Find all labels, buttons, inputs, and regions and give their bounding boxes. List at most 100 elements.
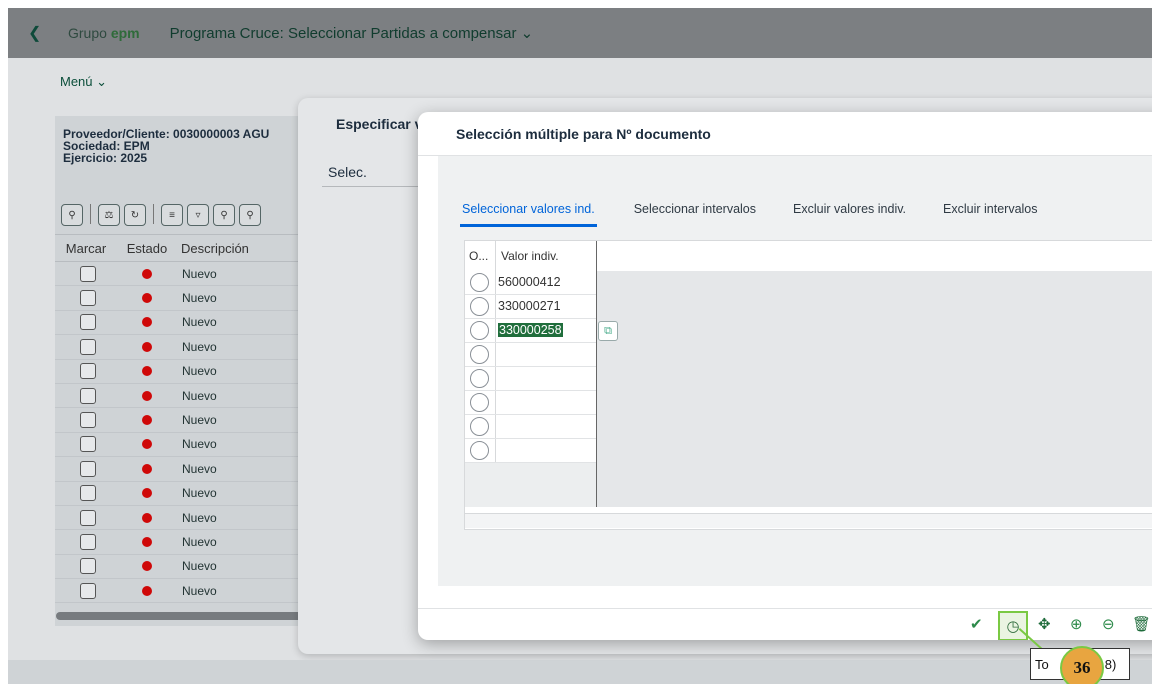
tab-select-individual-values[interactable]: Seleccionar valores ind. [460, 202, 597, 227]
status-indicator [142, 585, 152, 596]
status-indicator [142, 268, 152, 279]
row-selector[interactable] [470, 321, 489, 340]
grid-row[interactable] [465, 415, 596, 439]
row-description: Nuevo [182, 583, 217, 598]
row-description: Nuevo [182, 486, 217, 501]
horizontal-scrollbar[interactable] [56, 612, 311, 620]
row-checkbox[interactable] [80, 338, 96, 355]
info-line: Ejercicio: 2025 [63, 151, 148, 165]
delete-icon[interactable]: 🗑 [1132, 615, 1151, 633]
tab-exclude-individual-values[interactable]: Excluir valores indiv. [793, 202, 906, 227]
row-checkbox[interactable] [80, 509, 96, 526]
checkmark-icon[interactable]: ✔ [970, 615, 983, 633]
grid-row[interactable] [465, 391, 596, 415]
row-description: Nuevo [182, 559, 217, 574]
tab-exclude-intervals[interactable]: Excluir intervalos [943, 202, 1037, 227]
status-indicator [142, 536, 152, 547]
chevron-down-icon: ⌄ [96, 74, 108, 89]
tab-select-intervals[interactable]: Seleccionar intervalos [634, 202, 756, 227]
separator [90, 204, 91, 224]
status-indicator [142, 561, 152, 572]
row-checkbox[interactable] [80, 436, 96, 453]
add-icon[interactable]: ⊕ [1070, 615, 1083, 633]
multiple-selection-dialog: Selección múltiple para Nº documento Sel… [418, 112, 1152, 640]
status-indicator [142, 512, 152, 523]
table-toolbar: ⚲ ⚖ ↻ ≡ ▿ ⚲ ⚲ [61, 204, 261, 226]
select-tab[interactable]: Selec. [328, 164, 367, 180]
dialog-title: Especificar v [336, 116, 423, 132]
remove-icon[interactable]: ⊖ [1102, 615, 1115, 633]
filter-icon[interactable]: ▿ [187, 204, 209, 226]
back-icon[interactable]: ❮ [28, 23, 68, 43]
row-checkbox[interactable] [80, 363, 96, 380]
move-icon[interactable]: ✥ [1038, 615, 1051, 633]
row-selector[interactable] [470, 297, 489, 316]
row-selector[interactable] [470, 345, 489, 364]
row-checkbox[interactable] [80, 533, 96, 550]
grid-scrollbar[interactable] [465, 513, 1152, 528]
row-description: Nuevo [182, 339, 217, 354]
row-checkbox[interactable] [80, 485, 96, 502]
separator [153, 204, 154, 224]
grid-row[interactable]: 330000258 [465, 319, 596, 343]
value-cell[interactable]: 330000258 [498, 323, 563, 337]
row-description: Nuevo [182, 510, 217, 525]
search-next-icon[interactable]: ⚲ [239, 204, 261, 226]
tab-bar: Seleccionar valores ind. Seleccionar int… [460, 202, 1075, 227]
status-indicator [142, 463, 152, 474]
balance-icon[interactable]: ⚖ [98, 204, 120, 226]
column-header[interactable]: Descripción [177, 235, 291, 261]
grid-row[interactable] [465, 439, 596, 463]
sort-icon[interactable]: ≡ [161, 204, 183, 226]
logo: Grupo epm [68, 25, 140, 41]
row-checkbox[interactable] [80, 290, 96, 307]
row-description: Nuevo [182, 291, 217, 306]
row-checkbox[interactable] [80, 582, 96, 599]
row-selector[interactable] [470, 393, 489, 412]
grid-empty-rows [465, 463, 596, 507]
row-checkbox[interactable] [80, 265, 96, 282]
grid-row[interactable]: 330000271 [465, 295, 596, 319]
clock-refresh-icon[interactable]: ◷ [998, 611, 1028, 640]
grid-empty-area [597, 271, 1152, 507]
status-indicator [142, 293, 152, 304]
zoom-icon[interactable]: ⚲ [61, 204, 83, 226]
search-icon[interactable]: ⚲ [213, 204, 235, 226]
dialog-footer: ✔ ◷ ✥ ⊕ ⊖ 🗑 [418, 608, 1152, 640]
values-grid: O... Valor indiv. 560000412 330000271 3300… [464, 240, 1152, 530]
dialog-title: Selección múltiple para Nº documento [456, 126, 711, 142]
row-checkbox[interactable] [80, 387, 96, 404]
row-selector[interactable] [470, 273, 489, 292]
shell-header: ❮ Grupo epm Programa Cruce: Seleccionar … [8, 8, 1152, 58]
status-indicator [142, 415, 152, 426]
grid-row[interactable]: 560000412 [465, 271, 596, 295]
row-description: Nuevo [182, 437, 217, 452]
value-cell[interactable]: 560000412 [498, 275, 561, 289]
value-cell[interactable]: 330000271 [498, 299, 561, 313]
header-info: Proveedor/Cliente: 0030000003 AGU Socied… [63, 128, 269, 164]
column-header[interactable]: Marcar [55, 235, 117, 261]
row-description: Nuevo [182, 266, 217, 281]
status-indicator [142, 390, 152, 401]
grid-row[interactable] [465, 367, 596, 391]
copy-icon[interactable]: ⧉ [598, 321, 618, 341]
row-checkbox[interactable] [80, 460, 96, 477]
column-header[interactable]: Estado [117, 235, 177, 261]
row-description: Nuevo [182, 364, 217, 379]
menu-button[interactable]: Menú ⌄ [60, 74, 107, 90]
column-header-value[interactable]: Valor indiv. [501, 241, 559, 271]
row-checkbox[interactable] [80, 412, 96, 429]
column-header-o[interactable]: O... [469, 241, 488, 271]
status-indicator [142, 341, 152, 352]
status-indicator [142, 366, 152, 377]
grid-row[interactable] [465, 343, 596, 367]
row-selector[interactable] [470, 417, 489, 436]
app-title[interactable]: Programa Cruce: Seleccionar Partidas a c… [170, 24, 534, 42]
row-checkbox[interactable] [80, 558, 96, 575]
row-description: Nuevo [182, 534, 217, 549]
row-selector[interactable] [470, 369, 489, 388]
status-indicator [142, 439, 152, 450]
row-checkbox[interactable] [80, 314, 96, 331]
refresh-icon[interactable]: ↻ [124, 204, 146, 226]
row-selector[interactable] [470, 441, 489, 460]
